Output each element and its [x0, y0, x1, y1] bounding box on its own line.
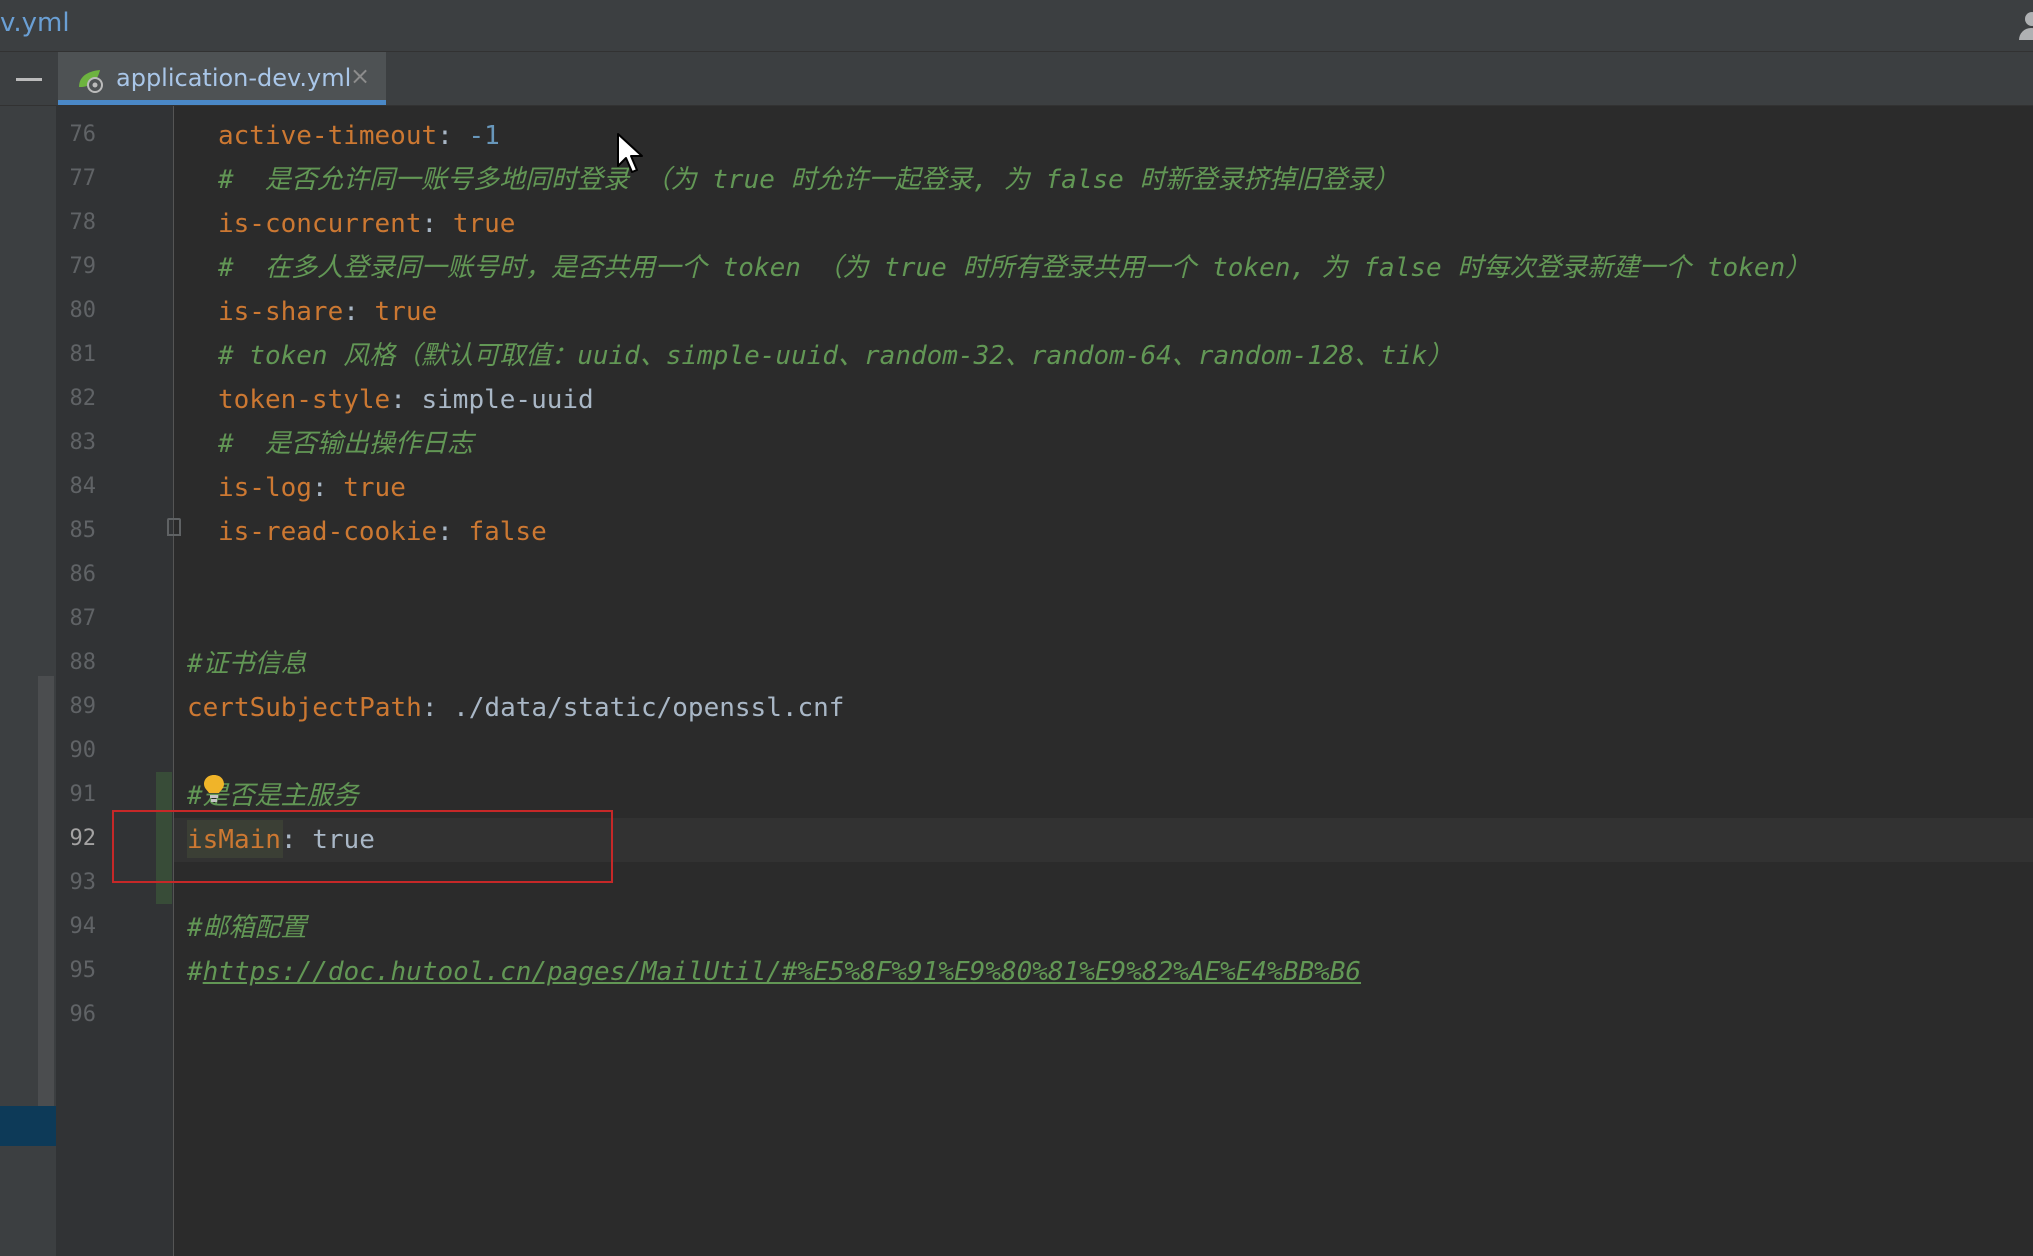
line-code: active-timeout: -1	[218, 121, 500, 151]
line-code: isMain: true	[187, 825, 375, 855]
line-number: 78	[69, 210, 97, 235]
code-line-93: 93	[0, 862, 2033, 906]
code-line-90: 90	[0, 730, 2033, 774]
code-line-78: 78 is-concurrent: true	[0, 202, 2033, 246]
code-line-89: 89 certSubjectPath: ./data/static/openss…	[0, 686, 2033, 730]
code-line-96: 96	[0, 994, 2033, 1038]
url-link[interactable]: https://doc.hutool.cn/pages/MailUtil/#%E…	[203, 957, 1361, 987]
lightbulb-icon[interactable]	[202, 773, 226, 805]
code-line-91: 91 #是否是主服务	[0, 774, 2033, 818]
code-line-92-text: isMain: true	[0, 818, 2033, 862]
line-code: is-read-cookie: false	[218, 517, 547, 547]
tab-label: application-dev.yml	[116, 64, 352, 92]
comment-text: # 是否允许同一账号多地同时登录 （为 true 时允许一起登录, 为 fals…	[218, 165, 1400, 195]
line-number: 84	[69, 474, 97, 499]
line-number: 88	[69, 650, 97, 675]
line-number: 80	[69, 298, 97, 323]
code-line-80: 80 is-share: true	[0, 290, 2033, 334]
comment-text: # 是否输出操作日志	[218, 429, 473, 459]
line-number: 95	[69, 958, 97, 983]
code-line-87: 87	[0, 598, 2033, 642]
line-number: 83	[69, 430, 97, 455]
code-line-76: 76 active-timeout: -1	[0, 114, 2033, 158]
code-line-88: 88 #证书信息	[0, 642, 2033, 686]
line-number: 96	[69, 1002, 97, 1027]
code-line-77: 77 # 是否允许同一账号多地同时登录 （为 true 时允许一起登录, 为 f…	[0, 158, 2033, 202]
line-number: 85	[69, 518, 97, 543]
line-number: 77	[69, 166, 97, 191]
editor-tab-bar: application-dev.yml ×	[0, 52, 2033, 106]
code-line-83: 83 # 是否输出操作日志	[0, 422, 2033, 466]
line-number: 79	[69, 254, 97, 279]
user-icon[interactable]	[2019, 10, 2033, 40]
close-icon[interactable]: ×	[350, 62, 370, 90]
title-bar: v.yml	[0, 0, 2033, 52]
code-line-79: 79 # 在多人登录同一账号时，是否共用一个 token （为 true 时所有…	[0, 246, 2033, 290]
line-number: 81	[69, 342, 97, 367]
code-line-85: 85 is-read-cookie: false	[0, 510, 2033, 554]
code-line-86: 86	[0, 554, 2033, 598]
code-line-82: 82 token-style: simple-uuid	[0, 378, 2033, 422]
line-number: 89	[69, 694, 97, 719]
line-code: token-style: simple-uuid	[218, 385, 594, 415]
code-line-94: 94 #邮箱配置	[0, 906, 2033, 950]
line-number: 93	[69, 870, 97, 895]
line-code: is-concurrent: true	[218, 209, 516, 239]
line-number: 76	[69, 122, 97, 147]
comment-text: #邮箱配置	[187, 913, 307, 943]
line-number: 91	[69, 782, 97, 807]
line-code: certSubjectPath: ./data/static/openssl.c…	[187, 693, 845, 723]
line-code: is-share: true	[218, 297, 438, 327]
tab-application-dev-yml[interactable]: application-dev.yml ×	[58, 52, 386, 105]
selected-item-marker	[0, 1106, 56, 1146]
line-number: 86	[69, 562, 97, 587]
comment-text: # 在多人登录同一账号时，是否共用一个 token （为 true 时所有登录共…	[218, 253, 1812, 283]
line-number: 94	[69, 914, 97, 939]
line-number: 90	[69, 738, 97, 763]
spring-yaml-icon	[79, 70, 103, 93]
line-number: 87	[69, 606, 97, 631]
comment-text: #证书信息	[187, 649, 307, 679]
line-code: #https://doc.hutool.cn/pages/MailUtil/#%…	[187, 957, 1362, 987]
minimize-icon[interactable]	[16, 78, 42, 81]
mouse-cursor-icon	[617, 133, 643, 173]
code-line-95: 95 #https://doc.hutool.cn/pages/MailUtil…	[0, 950, 2033, 994]
code-line-84: 84 is-log: true	[0, 466, 2033, 510]
comment-text: # token 风格（默认可取值：uuid、simple-uuid、random…	[218, 341, 1454, 371]
window-title: v.yml	[0, 8, 70, 38]
code-line-81: 81 # token 风格（默认可取值：uuid、simple-uuid、ran…	[0, 334, 2033, 378]
line-number: 82	[69, 386, 97, 411]
line-code: is-log: true	[218, 473, 406, 503]
